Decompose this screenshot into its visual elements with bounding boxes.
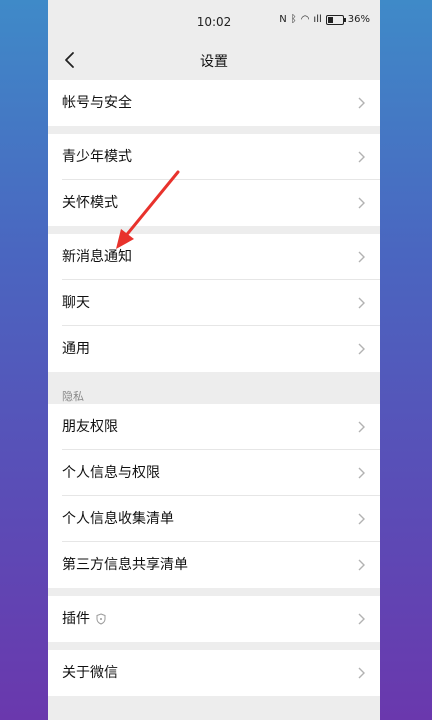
group-gap [48,226,380,234]
wifi-icon: ◠ [300,14,310,25]
settings-item-label: 帐号与安全 [62,95,132,111]
chevron-right-icon [358,97,365,109]
chevron-right-icon [358,559,365,571]
settings-item-new-message-notification[interactable]: 新消息通知 [48,234,380,280]
settings-item-label: 聊天 [62,295,90,311]
navigation-bar: 设置 [48,40,380,80]
settings-item-chat[interactable]: 聊天 [48,280,380,326]
settings-item-label: 关于微信 [62,665,118,681]
nfc-icon: N [279,14,287,25]
chevron-right-icon [358,513,365,525]
settings-group-account: 帐号与安全 [48,80,380,126]
phone-screen: 10:02 N ᛒ ◠ ıll 36% 设置 帐号与安全 青少年模式 关怀模式 … [48,0,380,720]
settings-item-third-party-sharing[interactable]: 第三方信息共享清单 [48,542,380,588]
settings-item-label: 朋友权限 [62,419,118,435]
bluetooth-icon: ᛒ [290,14,297,25]
chevron-right-icon [358,197,365,209]
section-header-label: 隐私 [62,390,84,403]
settings-group-privacy: 朋友权限 个人信息与权限 个人信息收集清单 第三方信息共享清单 [48,404,380,588]
settings-item-label: 新消息通知 [62,249,132,265]
settings-group-plugins: 插件 [48,596,380,642]
settings-item-general[interactable]: 通用 [48,326,380,372]
settings-item-label: 插件 [62,611,90,627]
group-gap [48,126,380,134]
chevron-right-icon [358,421,365,433]
settings-group-general: 新消息通知 聊天 通用 [48,234,380,372]
chevron-right-icon [358,151,365,163]
battery-icon [325,15,346,25]
settings-item-label: 第三方信息共享清单 [62,557,188,573]
settings-item-personal-info-collection[interactable]: 个人信息收集清单 [48,496,380,542]
settings-item-plugins[interactable]: 插件 [48,596,380,642]
battery-level [327,17,333,23]
shield-icon [96,613,106,625]
settings-item-label: 个人信息与权限 [62,465,160,481]
signal-icon: ıll [313,14,322,25]
chevron-right-icon [358,613,365,625]
settings-item-account-security[interactable]: 帐号与安全 [48,80,380,126]
section-header-privacy: 隐私 [48,372,380,404]
settings-item-friend-permissions[interactable]: 朋友权限 [48,404,380,450]
group-gap [48,588,380,596]
settings-group-about: 关于微信 [48,650,380,696]
page-title: 设置 [200,54,228,70]
settings-list: 帐号与安全 青少年模式 关怀模式 新消息通知 聊天 通用 隐私 朋友权限 个人信… [48,80,380,696]
status-icons: N ᛒ ◠ ıll 36% [279,14,370,26]
settings-item-about-wechat[interactable]: 关于微信 [48,650,380,696]
settings-item-label: 青少年模式 [62,149,132,165]
settings-item-youth-mode[interactable]: 青少年模式 [48,134,380,180]
settings-item-label: 关怀模式 [62,195,118,211]
chevron-right-icon [358,251,365,263]
settings-item-personal-info-permissions[interactable]: 个人信息与权限 [48,450,380,496]
group-gap [48,642,380,650]
chevron-right-icon [358,467,365,479]
settings-item-label: 个人信息收集清单 [62,511,174,527]
battery-percent: 36% [347,14,370,25]
chevron-right-icon [358,297,365,309]
settings-group-modes: 青少年模式 关怀模式 [48,134,380,226]
chevron-right-icon [358,667,365,679]
settings-item-label: 通用 [62,341,90,357]
chevron-right-icon [358,343,365,355]
settings-item-care-mode[interactable]: 关怀模式 [48,180,380,226]
